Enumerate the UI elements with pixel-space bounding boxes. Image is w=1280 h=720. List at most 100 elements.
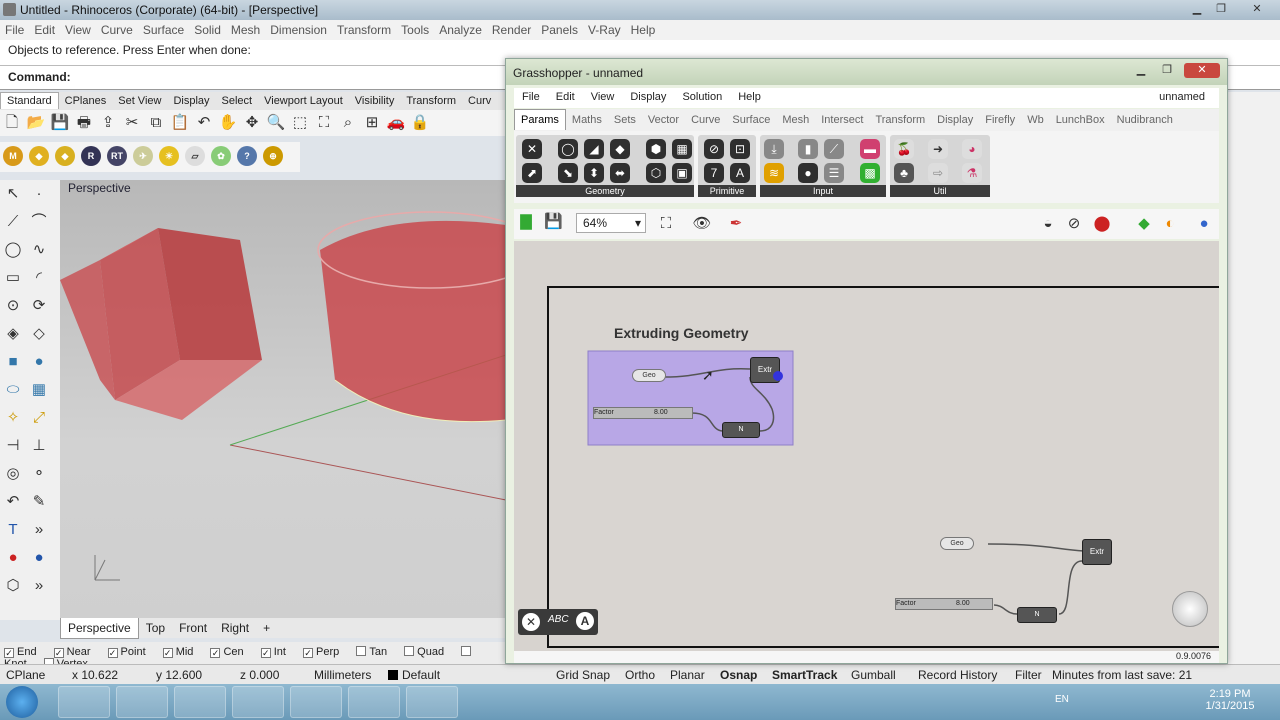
menu-panels[interactable]: Panels: [536, 20, 583, 40]
mesh-icon[interactable]: ▦: [29, 380, 49, 400]
gh-menu-edit[interactable]: Edit: [548, 88, 583, 106]
param-icon[interactable]: ◢: [584, 139, 604, 159]
grasshopper-canvas[interactable]: Extruding Geometry Geo Factor 8.00 Extr N…: [514, 241, 1219, 651]
gh-tab-firefly[interactable]: Firefly: [979, 110, 1021, 130]
gh-minimize-button[interactable]: ▁: [1130, 63, 1152, 78]
trim-icon[interactable]: ⊣: [3, 436, 23, 456]
export-icon[interactable]: ⇪: [98, 113, 118, 133]
view-tab-add[interactable]: +: [256, 618, 277, 638]
font-widget-icon[interactable]: A: [576, 612, 594, 630]
layers-icon[interactable]: ⚬: [29, 464, 49, 484]
osnap-cen[interactable]: ✓ Cen: [210, 646, 250, 658]
menu-file[interactable]: File: [0, 20, 29, 40]
paste-icon[interactable]: 📋: [170, 113, 190, 133]
factor-slider[interactable]: Factor 8.00: [593, 407, 693, 419]
line-icon[interactable]: ⟋: [3, 212, 23, 232]
view-tab-front[interactable]: Front: [172, 618, 214, 638]
gumball-toggle[interactable]: Gumball: [851, 668, 896, 682]
slider-icon[interactable]: ⟋: [824, 139, 844, 159]
gh-menu-file[interactable]: File: [514, 88, 548, 106]
explorer-icon[interactable]: [116, 686, 168, 718]
gh-menu-solution[interactable]: Solution: [674, 88, 730, 106]
cut-icon[interactable]: ✂: [122, 113, 142, 133]
units-label[interactable]: Millimeters: [314, 668, 371, 682]
expand-icon[interactable]: »: [29, 576, 49, 596]
navigation-widget-icon[interactable]: [1172, 591, 1208, 627]
viewport-label[interactable]: Perspective: [68, 181, 131, 195]
rhino-taskbar-icon[interactable]: [290, 686, 342, 718]
view-tab-perspective[interactable]: Perspective: [60, 618, 139, 639]
cplane-label[interactable]: CPlane: [6, 668, 45, 682]
import-icon[interactable]: ⤓: [764, 139, 784, 159]
polyline-icon[interactable]: ⌒: [29, 212, 49, 232]
dimension-icon[interactable]: ↶: [3, 492, 23, 512]
matrix-icon[interactable]: ▩: [860, 163, 880, 183]
r-icon[interactable]: R: [81, 146, 101, 166]
gh-tab-surface[interactable]: Surface: [726, 110, 776, 130]
fitness-icon[interactable]: ◕: [962, 139, 982, 159]
factor-slider[interactable]: Factor 8.00: [895, 598, 993, 610]
gh-tab-intersect[interactable]: Intersect: [815, 110, 869, 130]
geo-param[interactable]: Geo: [632, 369, 666, 382]
lock-icon[interactable]: 🔒: [410, 113, 430, 133]
tab-visibility[interactable]: Visibility: [349, 93, 401, 109]
render-icon[interactable]: ●: [3, 548, 23, 568]
param-icon[interactable]: ⬍: [584, 163, 604, 183]
menu-solid[interactable]: Solid: [189, 20, 226, 40]
graph-icon[interactable]: ≋: [764, 163, 784, 183]
text-icon[interactable]: T: [3, 520, 23, 540]
gh-tab-params[interactable]: Params: [514, 109, 566, 130]
param-icon[interactable]: ⬡: [646, 163, 666, 183]
language-indicator[interactable]: EN: [1055, 694, 1069, 705]
grid-snap-toggle[interactable]: Grid Snap: [556, 668, 610, 682]
pan-icon[interactable]: ✋: [218, 113, 238, 133]
gh-tab-mesh[interactable]: Mesh: [776, 110, 815, 130]
gh-tab-wb[interactable]: Wb: [1021, 110, 1050, 130]
gh-tab-maths[interactable]: Maths: [566, 110, 608, 130]
zoom-selected-icon[interactable]: ⌕: [338, 113, 358, 133]
zoom-dropdown[interactable]: 64% ▾: [576, 213, 646, 233]
osnap-point[interactable]: ✓ Point: [107, 646, 153, 658]
record-history-toggle[interactable]: Record History: [918, 668, 997, 682]
toggle-icon[interactable]: ▮: [798, 139, 818, 159]
gh-tab-nudibranch[interactable]: Nudibranch: [1111, 110, 1179, 130]
open-icon[interactable]: 📂: [26, 113, 46, 133]
gh-menu-display[interactable]: Display: [622, 88, 674, 106]
extrude-component[interactable]: Extr: [1082, 539, 1112, 565]
split-icon[interactable]: ⊥: [29, 436, 49, 456]
tab-standard[interactable]: Standard: [0, 92, 59, 109]
gh-tab-display[interactable]: Display: [931, 110, 979, 130]
spellcheck-icon[interactable]: ABC: [548, 614, 569, 625]
zoom-icon[interactable]: 🔍: [266, 113, 286, 133]
document-preview-icon[interactable]: ◐: [1160, 214, 1180, 234]
move-view-icon[interactable]: ✥: [242, 113, 262, 133]
selected-only-icon[interactable]: ◆: [1134, 214, 1154, 234]
menu-help[interactable]: Help: [626, 20, 661, 40]
sphere-icon[interactable]: ●: [29, 352, 49, 372]
gh-menu-view[interactable]: View: [583, 88, 623, 106]
view-tab-top[interactable]: Top: [139, 618, 172, 638]
param-icon[interactable]: ▦: [672, 139, 692, 159]
number-icon[interactable]: 7: [704, 163, 724, 183]
boolean-icon[interactable]: ⊘: [704, 139, 724, 159]
menu-dimension[interactable]: Dimension: [265, 20, 332, 40]
osnap-near[interactable]: ✓ Near: [53, 646, 98, 658]
bird-icon[interactable]: ✈: [133, 146, 153, 166]
tab-curve[interactable]: Curv: [462, 93, 497, 109]
menu-mesh[interactable]: Mesh: [226, 20, 265, 40]
unit-vector-component[interactable]: N: [1017, 607, 1057, 623]
tree-icon[interactable]: ♣: [894, 163, 914, 183]
integer-icon[interactable]: ⊡: [730, 139, 750, 159]
panel-icon[interactable]: ☰: [824, 163, 844, 183]
save-icon[interactable]: 💾: [50, 113, 70, 133]
cylinder-object[interactable]: [317, 211, 543, 423]
menu-view[interactable]: View: [60, 20, 96, 40]
tab-select[interactable]: Select: [216, 93, 259, 109]
close-button[interactable]: ✕: [1240, 2, 1274, 17]
circle-icon[interactable]: ◯: [3, 240, 23, 260]
sun-icon[interactable]: ☀: [159, 146, 179, 166]
shaded-off-icon[interactable]: ⊘: [1064, 214, 1084, 234]
curve-icon[interactable]: ∿: [29, 240, 49, 260]
osnap-quad[interactable]: Quad: [404, 646, 451, 658]
wireframe-icon[interactable]: ◒: [1038, 214, 1058, 234]
